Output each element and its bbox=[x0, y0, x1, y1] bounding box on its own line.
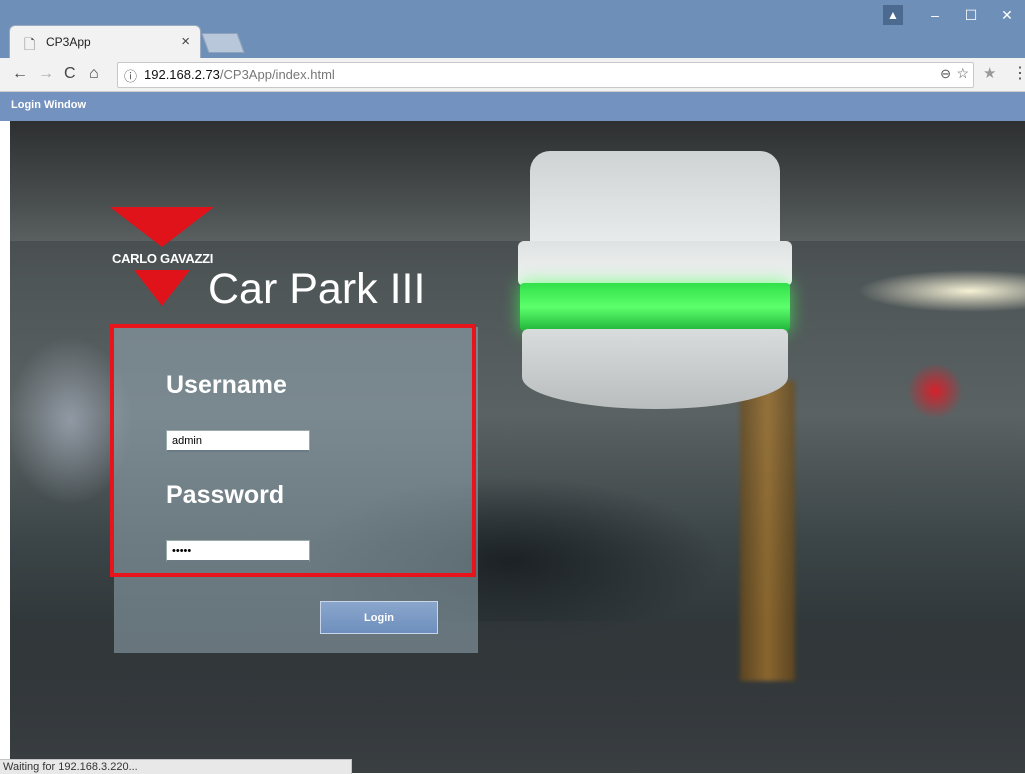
back-icon[interactable]: ← bbox=[12, 65, 28, 83]
reload-icon[interactable]: C bbox=[64, 65, 76, 83]
status-bar: Waiting for 192.168.3.220... bbox=[0, 759, 352, 774]
username-label: Username bbox=[166, 371, 287, 399]
menu-icon[interactable]: ⋮ bbox=[1012, 63, 1025, 83]
maximize-icon[interactable]: ☐ bbox=[953, 7, 989, 24]
new-tab-button[interactable] bbox=[201, 33, 245, 53]
info-icon[interactable]: ⓘ bbox=[124, 66, 137, 85]
browser-toolbar: ← → C ⌂ ⓘ 192.168.2.73/CP3App/index.html… bbox=[0, 58, 1025, 92]
url-host: 192.168.2.73 bbox=[144, 67, 220, 82]
password-input[interactable] bbox=[166, 540, 310, 562]
login-button[interactable]: Login bbox=[320, 601, 438, 634]
profile-icon[interactable]: ▲ bbox=[883, 5, 903, 25]
parking-sensor-image bbox=[510, 151, 800, 416]
product-title: Car Park III bbox=[208, 265, 426, 313]
extension-star-icon[interactable]: ★ bbox=[983, 64, 996, 82]
password-label: Password bbox=[166, 481, 285, 509]
logo-triangle-top bbox=[110, 207, 214, 247]
app-header: Login Window bbox=[0, 92, 1025, 121]
tab-title: CP3App bbox=[46, 35, 91, 49]
url-path: /CP3App/index.html bbox=[219, 67, 335, 82]
url-text: 192.168.2.73/CP3App/index.html bbox=[144, 67, 335, 82]
page-icon: 🗋 bbox=[24, 36, 36, 52]
logo-triangle-bottom bbox=[134, 270, 190, 306]
zoom-icon[interactable]: ⊖ bbox=[940, 66, 951, 82]
window-controls: ▲ – ☐ ✕ bbox=[883, 0, 1025, 30]
tab-close-button[interactable]: × bbox=[181, 33, 190, 50]
forward-icon[interactable]: → bbox=[38, 65, 54, 83]
brand-name: CARLO GAVAZZI bbox=[112, 251, 214, 266]
bookmark-star-icon[interactable]: ☆ bbox=[956, 65, 969, 82]
browser-tab[interactable]: 🗋 CP3App × bbox=[10, 26, 200, 58]
browser-titlebar: 🗋 CP3App × ▲ – ☐ ✕ bbox=[0, 0, 1025, 58]
username-input[interactable] bbox=[166, 430, 310, 452]
address-bar[interactable]: ⓘ 192.168.2.73/CP3App/index.html ⊖ ☆ bbox=[117, 62, 974, 88]
close-icon[interactable]: ✕ bbox=[989, 7, 1025, 24]
background-photo: CARLO GAVAZZI Car Park III Username Pass… bbox=[10, 121, 1025, 773]
pillar bbox=[740, 381, 795, 681]
app-header-title: Login Window bbox=[11, 99, 87, 111]
minimize-icon[interactable]: – bbox=[917, 7, 953, 23]
home-icon[interactable]: ⌂ bbox=[89, 65, 99, 83]
